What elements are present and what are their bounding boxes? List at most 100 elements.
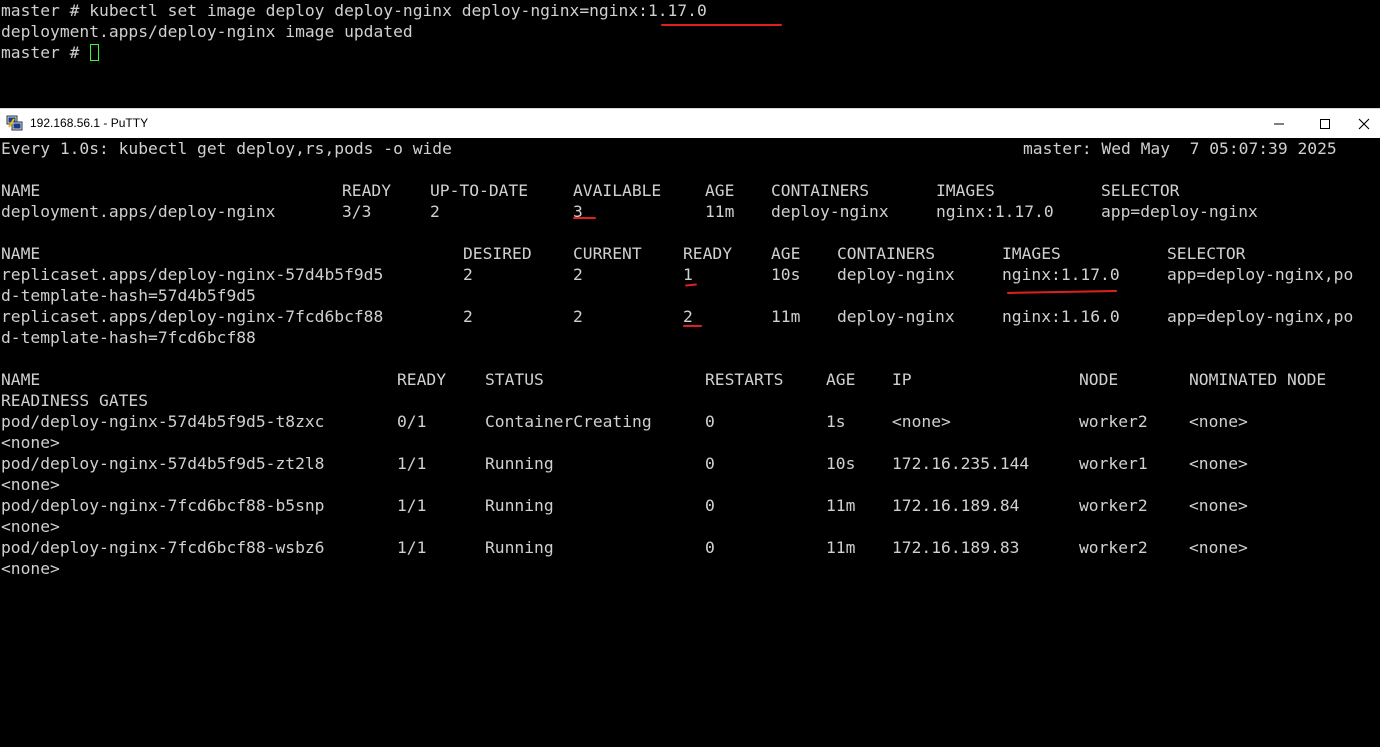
close-icon — [1358, 118, 1370, 129]
col-node: NODE — [1079, 370, 1119, 389]
rs-containers: deploy-nginx — [837, 265, 955, 284]
col-containers: CONTAINERS — [771, 181, 870, 200]
pod-readiness-gates: <none> — [1, 433, 60, 452]
rs-current: 2 — [573, 307, 583, 326]
pod-name: pod/deploy-nginx-57d4b5f9d5-zt2l8 — [1, 454, 325, 473]
pod-node: worker2 — [1079, 496, 1148, 515]
pod-readiness-gates: <none> — [1, 475, 60, 494]
maximize-button[interactable] — [1302, 109, 1348, 138]
pod-readiness-gates: <none> — [1, 559, 60, 578]
pod-status: Running — [485, 454, 554, 473]
table-row: replicaset.apps/deploy-nginx-7fcd6bcf88 … — [1, 306, 1379, 327]
col-age: AGE — [826, 370, 856, 389]
rs-age: 11m — [771, 307, 801, 326]
wrapped-line: d-template-hash=57d4b5f9d5 — [1, 286, 256, 305]
rs-ready: 1 — [683, 265, 693, 284]
window-title: 192.168.56.1 - PuTTY — [30, 116, 149, 130]
pod-name: pod/deploy-nginx-7fcd6bcf88-b5snp — [1, 496, 325, 515]
col-up-to-date: UP-TO-DATE — [430, 181, 529, 200]
deploy-up-to-date: 2 — [430, 202, 440, 221]
pod-node: worker2 — [1079, 538, 1148, 557]
table-row: pod/deploy-nginx-57d4b5f9d5-t8zxc 0/1 Co… — [1, 411, 1379, 432]
col-images: IMAGES — [936, 181, 995, 200]
minimize-icon — [1274, 123, 1284, 124]
table-row: deployment.apps/deploy-nginx 3/3 2 3 11m… — [1, 201, 1379, 222]
command-output: deployment.apps/deploy-nginx image updat… — [1, 22, 413, 41]
annotation-underline — [683, 325, 702, 327]
pod-age: 11m — [826, 496, 856, 515]
table-row: pod/deploy-nginx-57d4b5f9d5-zt2l8 1/1 Ru… — [1, 453, 1379, 474]
rs-header-row: NAME DESIRED CURRENT READY AGE CONTAINER… — [1, 243, 1379, 264]
pod-readiness-gates: <none> — [1, 517, 60, 536]
watch-header: Every 1.0s: kubectl get deploy,rs,pods -… — [1, 138, 1379, 159]
pod-ready: 1/1 — [397, 454, 427, 473]
col-containers: CONTAINERS — [837, 244, 936, 263]
pod-node: worker2 — [1079, 412, 1148, 431]
pod-status: ContainerCreating — [485, 412, 652, 431]
pod-ip: 172.16.189.83 — [892, 538, 1020, 557]
close-button[interactable] — [1348, 109, 1380, 138]
putty-terminal[interactable]: Every 1.0s: kubectl get deploy,rs,pods -… — [0, 138, 1380, 587]
col-restarts: RESTARTS — [705, 370, 784, 389]
col-ready: READY — [342, 181, 392, 200]
col-ip: IP — [892, 370, 912, 389]
table-row: replicaset.apps/deploy-nginx-57d4b5f9d5 … — [1, 264, 1379, 285]
deploy-ready: 3/3 — [342, 202, 372, 221]
col-age: AGE — [705, 181, 735, 200]
pod-ready: 0/1 — [397, 412, 427, 431]
pod-restarts: 0 — [705, 538, 715, 557]
rs-selector: app=deploy-nginx,po — [1167, 265, 1354, 284]
deploy-header-row: NAME READY UP-TO-DATE AVAILABLE AGE CONT… — [1, 180, 1379, 201]
col-age: AGE — [771, 244, 801, 263]
pod-restarts: 0 — [705, 496, 715, 515]
col-nominated-node: NOMINATED NODE — [1189, 370, 1327, 389]
wrapped-line: d-template-hash=7fcd6bcf88 — [1, 328, 256, 347]
pod-restarts: 0 — [705, 412, 715, 431]
prompt: master # — [1, 43, 90, 62]
col-status: STATUS — [485, 370, 544, 389]
col-ready: READY — [397, 370, 447, 389]
deploy-age: 11m — [705, 202, 735, 221]
pod-nominated-node: <none> — [1189, 454, 1248, 473]
pod-nominated-node: <none> — [1189, 412, 1248, 431]
col-current: CURRENT — [573, 244, 642, 263]
rs-images: nginx:1.16.0 — [1002, 307, 1120, 326]
rs-selector: app=deploy-nginx,po — [1167, 307, 1354, 326]
command-line: master # kubectl set image deploy deploy… — [1, 1, 707, 20]
prompt-line: master # — [1, 42, 100, 63]
rs-ready: 2 — [683, 307, 693, 326]
annotation-underline — [684, 283, 698, 287]
pod-age: 1s — [826, 412, 846, 431]
col-ready: READY — [683, 244, 733, 263]
window-titlebar[interactable]: 192.168.56.1 - PuTTY — [0, 108, 1380, 138]
rs-current: 2 — [573, 265, 583, 284]
pod-ip: 172.16.189.84 — [892, 496, 1020, 515]
col-desired: DESIRED — [463, 244, 532, 263]
pod-nominated-node: <none> — [1189, 538, 1248, 557]
rs-containers: deploy-nginx — [837, 307, 955, 326]
pod-restarts: 0 — [705, 454, 715, 473]
minimize-button[interactable] — [1256, 109, 1302, 138]
pod-header-row: NAME READY STATUS RESTARTS AGE IP NODE N… — [1, 369, 1379, 390]
top-terminal[interactable]: master # kubectl set image deploy deploy… — [0, 0, 1380, 108]
col-selector: SELECTOR — [1101, 181, 1180, 200]
pod-age: 11m — [826, 538, 856, 557]
rs-desired: 2 — [463, 307, 473, 326]
deploy-selector: app=deploy-nginx — [1101, 202, 1258, 221]
col-selector: SELECTOR — [1167, 244, 1246, 263]
watch-command: Every 1.0s: kubectl get deploy,rs,pods -… — [1, 139, 452, 158]
pod-name: pod/deploy-nginx-57d4b5f9d5-t8zxc — [1, 412, 325, 431]
col-images: IMAGES — [1002, 244, 1061, 263]
text-cursor — [90, 44, 100, 61]
col-name: NAME — [1, 370, 41, 389]
col-name: NAME — [1, 181, 41, 200]
annotation-underline — [1006, 290, 1118, 294]
col-name: NAME — [1, 244, 41, 263]
pod-ip: 172.16.235.144 — [892, 454, 1030, 473]
pod-status: Running — [485, 496, 554, 515]
pod-ip: <none> — [892, 412, 951, 431]
annotation-underline — [661, 24, 782, 26]
watch-timestamp: master: Wed May 7 05:07:39 2025 — [1023, 139, 1337, 158]
deploy-images: nginx:1.17.0 — [936, 202, 1054, 221]
maximize-icon — [1320, 118, 1330, 129]
